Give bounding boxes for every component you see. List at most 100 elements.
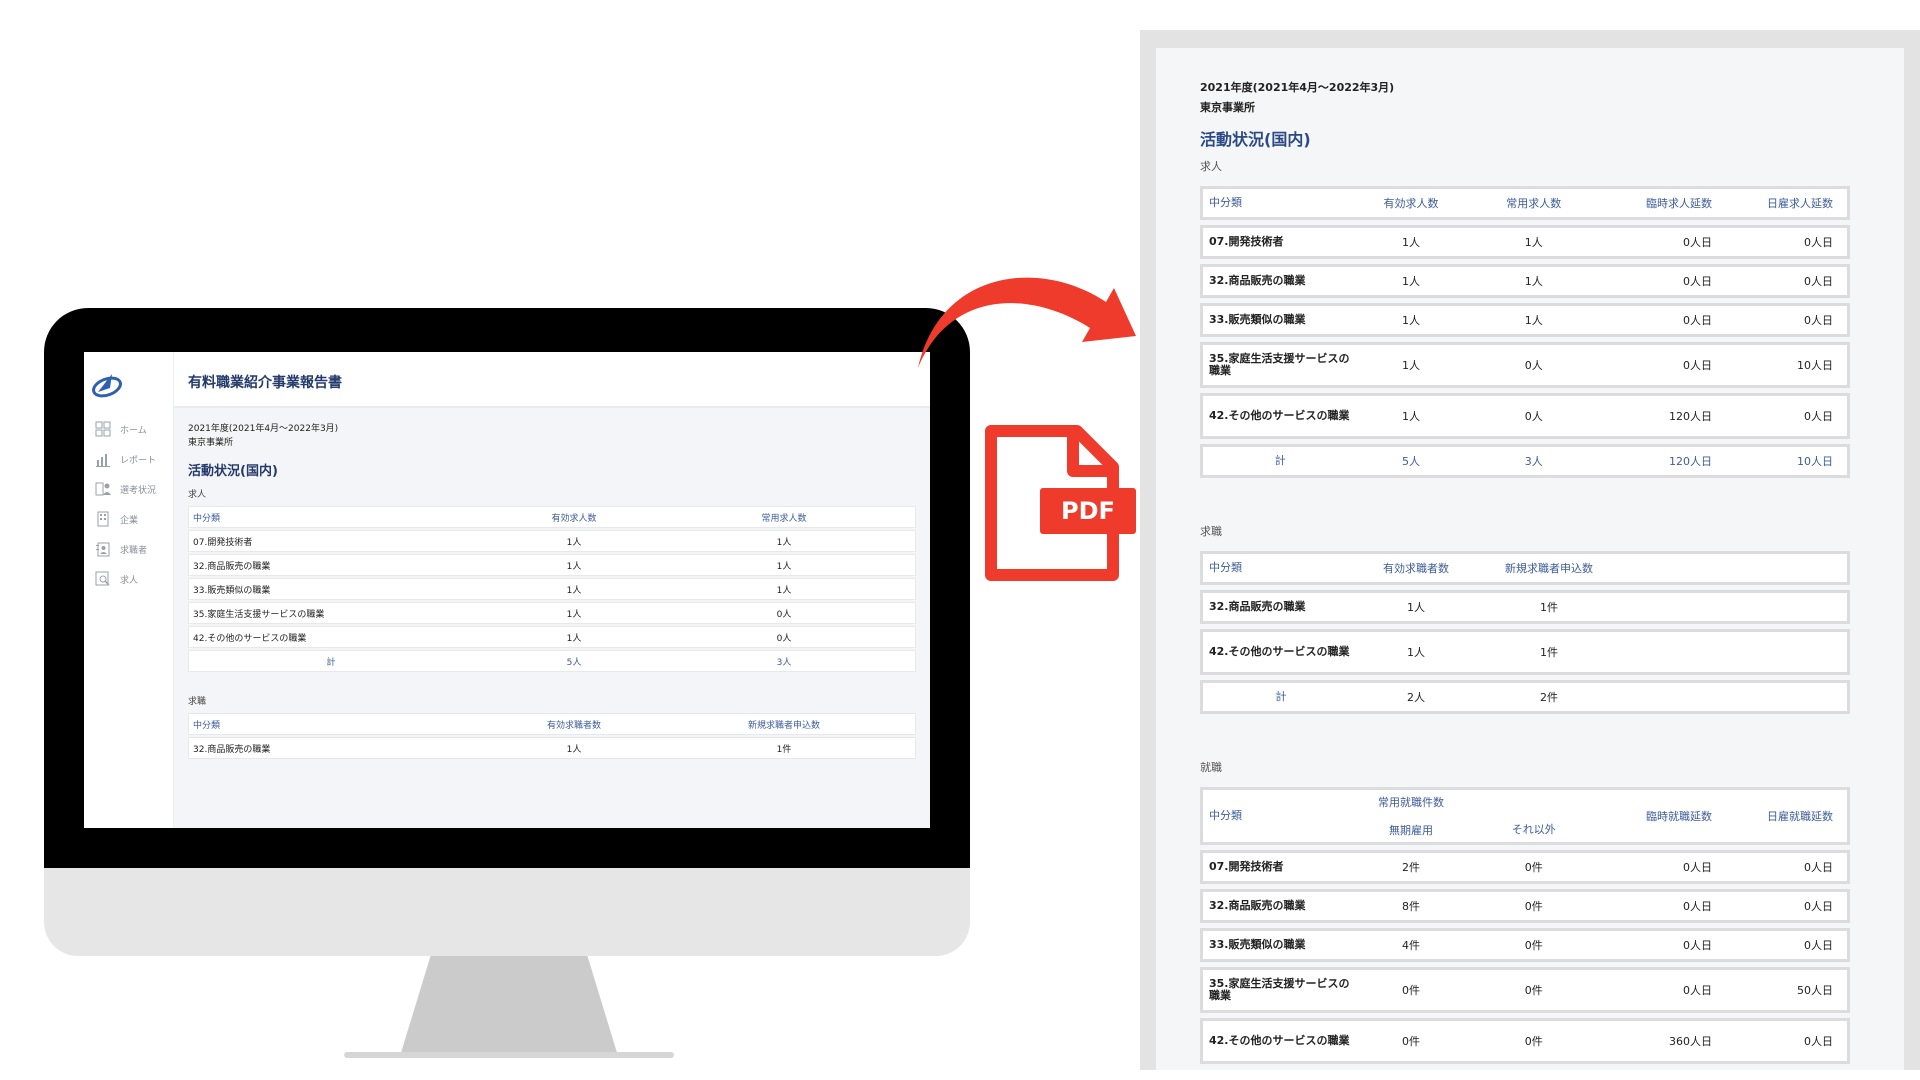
table-cell: 0人日 — [1804, 861, 1833, 874]
total-cell: 120人日 — [1669, 455, 1713, 468]
total-label: 計 — [326, 657, 336, 668]
table-cell: 0人日 — [1683, 900, 1713, 913]
row-label: 32.商品販売の職業 — [193, 744, 271, 755]
row-label: 33.販売類似の職業 — [1209, 313, 1306, 326]
total-cell: 2件 — [1540, 691, 1558, 704]
table-cell: 1人 — [776, 537, 792, 548]
table-row: 42.その他のサービスの職業 0件 0件 360人日 0人日 — [1200, 1018, 1850, 1064]
total-label: 計 — [1274, 454, 1286, 467]
row-label: 32.商品販売の職業 — [1209, 600, 1306, 613]
column-header: 常用求人数 — [1506, 197, 1562, 210]
sidebar-nav: ホーム レポート 選考状況 企業 求職者 求人 — [94, 414, 156, 594]
row-label: 07.開発技術者 — [1209, 235, 1284, 248]
sidebar-item-report[interactable]: レポート — [94, 444, 156, 474]
section-title: 活動状況(国内) — [188, 464, 278, 479]
column-header: 臨時求人延数 — [1646, 197, 1713, 210]
table-cell: 0人日 — [1804, 314, 1833, 327]
table-cell: 1人 — [1402, 314, 1420, 327]
column-header: 臨時就職延数 — [1646, 810, 1713, 823]
doc-seekers-header: 中分類 有効求職者数 新規求職者申込数 — [1200, 551, 1850, 585]
sidebar-item-company[interactable]: 企業 — [94, 504, 156, 534]
sidebar-item-selection[interactable]: 選考状況 — [94, 474, 156, 504]
table-cell: 50人日 — [1797, 984, 1833, 997]
total-cell: 3人 — [776, 657, 792, 668]
row-label: 33.販売類似の職業 — [1209, 938, 1306, 951]
row-label: 35.家庭生活支援サービスの職業 — [1209, 352, 1350, 377]
column-header: 新規求職者申込数 — [1505, 562, 1593, 575]
table-row: 42.その他のサービスの職業 1人 1件 — [1200, 629, 1850, 675]
row-label: 32.商品販売の職業 — [1209, 899, 1306, 912]
table-cell: 1人 — [566, 609, 582, 620]
pdf-document-content: 2021年度(2021年4月〜2022年3月) 東京事業所 活動状況(国内) 求… — [1200, 78, 1850, 1069]
table-cell: 0人日 — [1683, 314, 1713, 327]
sidebar-item-home[interactable]: ホーム — [94, 414, 156, 444]
table-row: 35.家庭生活支援サービスの職業 1人 0人 0人日 10人日 — [1200, 342, 1850, 388]
table-cell: 0人日 — [1804, 900, 1833, 913]
table-row: 07.開発技術者 1人 1人 0人日 0人日 — [1200, 225, 1850, 259]
total-cell: 10人日 — [1797, 455, 1833, 468]
table-cell: 0件 — [1402, 984, 1420, 997]
doc-jobs-body: 07.開発技術者 1人 1人 0人日 0人日 32.商品販売の職業 1人 1人 0人日 0人日 33… — [1200, 225, 1850, 439]
column-header: 日雇求人延数 — [1767, 197, 1833, 210]
table-cell: 8件 — [1402, 900, 1420, 913]
table-cell: 0人日 — [1804, 275, 1833, 288]
row-label: 42.その他のサービスの職業 — [193, 633, 307, 644]
table-cell: 1人 — [1407, 601, 1425, 614]
row-label: 42.その他のサービスの職業 — [1209, 645, 1350, 658]
table-cell: 360人日 — [1669, 1035, 1713, 1048]
table-cell: 1人 — [566, 744, 582, 755]
table-cell: 0人日 — [1683, 275, 1713, 288]
monitor: ホーム レポート 選考状況 企業 求職者 求人 有料職業紹介事業報告書 2021… — [44, 308, 970, 1058]
total-cell: 5人 — [566, 657, 582, 668]
table-cell: 1人 — [1524, 236, 1543, 249]
table-cell: 0人 — [776, 633, 792, 644]
jobs-total-row: 計 5人 3人 — [188, 650, 916, 672]
sidebar-item-label: レポート — [120, 455, 157, 466]
sidebar-item-jobs[interactable]: 求人 — [94, 564, 156, 594]
row-label: 35.家庭生活支援サービスの職業 — [1209, 977, 1350, 1002]
sidebar-item-label: 企業 — [120, 515, 139, 526]
pdf-badge: PDF — [1040, 488, 1136, 534]
monitor-screen: ホーム レポート 選考状況 企業 求職者 求人 有料職業紹介事業報告書 2021… — [84, 352, 930, 828]
user-list-icon — [94, 540, 112, 558]
row-label: 42.その他のサービスの職業 — [1209, 409, 1350, 422]
table-cell: 120人日 — [1669, 410, 1713, 423]
table-cell: 1人 — [566, 537, 582, 548]
building-icon — [94, 510, 112, 528]
doc-jobs-header: 中分類 有効求人数 常用求人数 臨時求人延数 日雇求人延数 — [1200, 186, 1850, 220]
total-cell: 5人 — [1402, 455, 1420, 468]
doc-office: 東京事業所 — [1200, 101, 1255, 114]
jobs-table-header: 中分類 有効求人数 常用求人数 — [188, 506, 916, 528]
total-label: 計 — [1275, 690, 1287, 703]
table-row: 42.その他のサービスの職業 1人 0人 120人日 0人日 — [1200, 393, 1850, 439]
table-cell: 0人日 — [1804, 939, 1833, 952]
jobs-table-body: 07.開発技術者 1人 1人 32.商品販売の職業 1人 1人 33.販売類似の職業 1人 1人… — [188, 530, 916, 648]
table-cell: 0人日 — [1683, 984, 1713, 997]
sidebar-item-label: 求人 — [120, 575, 139, 586]
doc-jobs-table: 中分類 有効求人数 常用求人数 臨時求人延数 日雇求人延数 07.開発技術者 1人… — [1200, 186, 1850, 478]
column-header: 有効求職者数 — [1383, 562, 1449, 575]
row-label: 42.その他のサービスの職業 — [1209, 1034, 1350, 1047]
doc-placements-label: 就職 — [1200, 761, 1222, 774]
table-row: 32.商品販売の職業 1人 1件 — [188, 737, 916, 759]
sidebar-item-label: ホーム — [120, 425, 147, 436]
table-cell: 0件 — [1524, 1035, 1543, 1048]
doc-period: 2021年度(2021年4月〜2022年3月) — [1200, 81, 1395, 94]
sidebar-item-seekers[interactable]: 求職者 — [94, 534, 156, 564]
table-cell: 0件 — [1402, 1035, 1420, 1048]
main-header: 有料職業紹介事業報告書 — [174, 352, 930, 408]
row-label: 07.開発技術者 — [1209, 860, 1284, 873]
seekers-table-body: 32.商品販売の職業 1人 1件 — [188, 737, 916, 759]
column-header: 常用就職件数 — [1378, 796, 1444, 809]
doc-section-title: 活動状況(国内) — [1200, 130, 1311, 149]
table-cell: 1人 — [1402, 236, 1420, 249]
table-cell: 0人日 — [1683, 236, 1713, 249]
table-row: 42.その他のサービスの職業 1人 0人 — [188, 626, 916, 648]
column-header: 常用求人数 — [761, 513, 807, 524]
table-row: 35.家庭生活支援サービスの職業 0件 0件 0人日 50人日 — [1200, 967, 1850, 1013]
monitor-chin — [44, 868, 970, 956]
table-cell: 1件 — [1540, 601, 1558, 614]
table-cell: 1人 — [1524, 314, 1543, 327]
table-row: 07.開発技術者 2件 0件 0人日 0人日 — [1200, 850, 1850, 884]
column-header: 中分類 — [193, 513, 221, 524]
